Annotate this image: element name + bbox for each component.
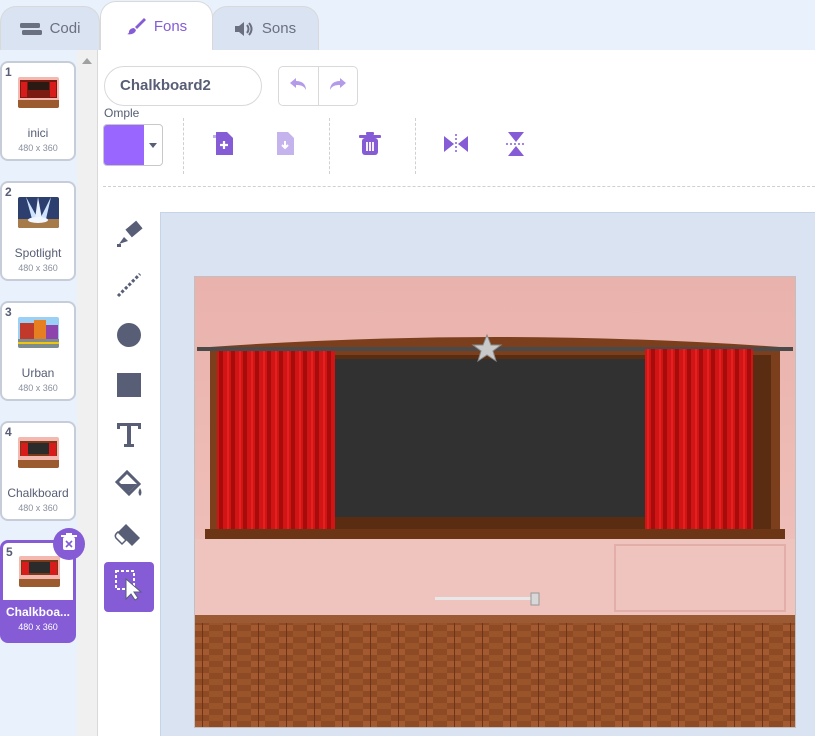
code-icon [19,22,42,36]
backdrop-item[interactable]: 3 Urban 480 x 360 [0,301,76,401]
backdrop-thumbnail [18,437,59,468]
trash-icon [61,532,77,556]
backdrop-dims: 480 x 360 [18,143,58,153]
backdrop-number: 5 [6,545,13,559]
speaker-icon [234,21,254,37]
eraser-icon [114,521,144,554]
paintbrush-icon [126,17,146,35]
rectangle-tool[interactable] [104,362,154,412]
line-icon [115,271,143,304]
chalkboard-backdrop-image [195,277,795,727]
paste-button[interactable] [270,130,300,162]
backdrop-item[interactable]: 2 Spotlight 480 x 360 [0,181,76,281]
flip-vertical-button[interactable] [501,130,531,162]
select-arrow-icon [114,569,144,606]
tab-backdrops[interactable]: Fons [100,1,213,50]
paste-new-button[interactable] [209,130,239,162]
tab-code[interactable]: Codi [0,6,100,50]
backdrop-number: 1 [5,65,12,79]
undo-icon [288,77,308,96]
fill-color-swatch [104,125,144,165]
brush-tool[interactable] [104,212,154,262]
backdrop-number: 2 [5,185,12,199]
tab-label: Codi [49,20,81,37]
rectangle-icon [116,372,142,403]
backdrop-dims: 480 x 360 [18,263,58,273]
costume-name-input[interactable]: Chalkboard2 [104,66,262,106]
backdrop-thumbnail [19,556,60,587]
file-download-icon [274,131,296,162]
fill-tool[interactable] [104,462,154,512]
fill-label: Omple [104,106,140,120]
paint-canvas[interactable] [194,276,796,728]
redo-button[interactable] [319,67,358,105]
backdrop-name: Chalkboard [7,486,69,500]
scroll-up-arrow[interactable] [82,58,92,64]
flip-vertical-icon [505,131,527,162]
flip-horizontal-icon [443,133,469,160]
toolbar-separator [103,186,815,187]
paint-bucket-icon [113,469,145,505]
tab-label: Fons [153,17,188,35]
chevron-down-icon [144,125,162,165]
toolbar-divider [183,118,184,174]
redo-icon [328,77,348,96]
line-tool[interactable] [104,262,154,312]
backdrop-thumbnail [18,197,59,228]
text-icon [116,422,142,453]
select-tool[interactable] [104,562,154,612]
backdrop-dims: 480 x 360 [18,503,58,513]
backdrop-item[interactable]: 4 Chalkboard 480 x 360 [0,421,76,521]
delete-button[interactable] [355,130,385,162]
delete-backdrop-button[interactable] [53,528,85,560]
file-add-icon [213,131,235,162]
backdrop-dims: 480 x 360 [18,383,58,393]
trash-icon [359,131,381,161]
circle-icon [116,322,142,353]
text-tool[interactable] [104,412,154,462]
brush-icon [114,220,144,255]
undo-button[interactable] [279,67,319,105]
tab-sounds[interactable]: Sons [211,6,319,50]
scrollbar[interactable] [77,50,97,736]
toolbar-divider [415,118,416,174]
backdrop-name: Urban [21,366,55,380]
backdrop-name: inici [27,126,49,140]
tab-bar: Codi Fons Sons [0,0,815,50]
backdrop-name: Spotlight [14,246,62,260]
backdrop-name: Chalkboa... [6,605,71,619]
backdrop-thumbnail [18,317,59,348]
backdrop-number: 3 [5,305,12,319]
backdrop-dims: 480 x 360 [18,622,58,632]
backdrop-thumbnail [18,77,59,108]
fill-color-picker[interactable] [103,124,163,166]
flip-horizontal-button[interactable] [441,130,471,162]
backdrop-item[interactable]: 1 inici 480 x 360 [0,61,76,161]
tab-label: Sons [261,20,297,37]
eraser-tool[interactable] [104,512,154,562]
backdrop-number: 4 [5,425,12,439]
circle-tool[interactable] [104,312,154,362]
toolbar-divider [329,118,330,174]
undo-redo-group [278,66,358,106]
